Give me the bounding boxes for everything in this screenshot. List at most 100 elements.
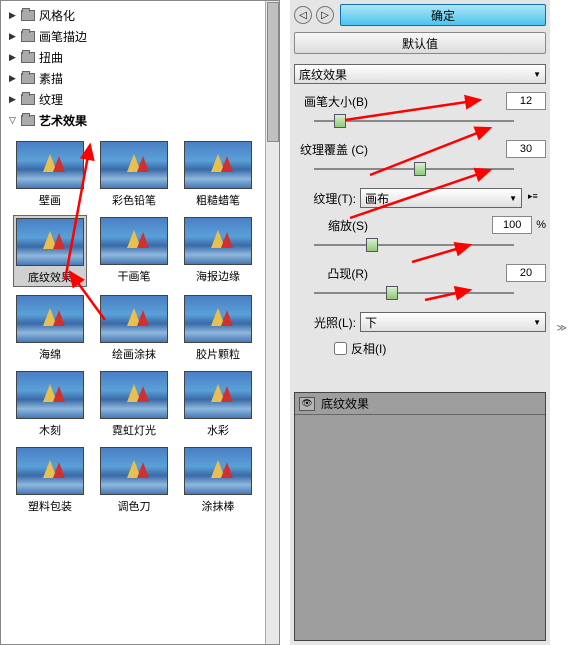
thumb-preview [100,217,168,265]
thumb-label: 粗糙蜡笔 [181,191,255,209]
brush-size-label: 画笔大小(B) [294,93,374,110]
visibility-icon[interactable]: 👁 [299,397,315,411]
slider-thumb[interactable] [414,162,426,176]
chevron-down-icon: ▼ [509,194,517,203]
thumb-label: 调色刀 [97,497,171,515]
chevron-right-icon: ▶ [9,10,19,21]
nav-next-button[interactable]: ▷ [316,6,334,24]
chevron-right-icon: ▶ [9,52,19,63]
relief-label: 凸现(R) [294,265,374,282]
scrollbar-thumb[interactable] [267,2,279,142]
ok-button[interactable]: 确定 [340,4,546,26]
thumb-label: 彩色铅笔 [97,191,171,209]
thumb-彩色铅笔[interactable]: 彩色铅笔 [97,139,171,209]
thumb-preview [184,141,252,189]
thumb-壁画[interactable]: 壁画 [13,139,87,209]
effect-item[interactable]: 👁 底纹效果 [295,393,545,415]
thumb-胶片颗粒[interactable]: 胶片颗粒 [181,293,255,363]
thumb-preview [16,371,84,419]
tree-item-artistic[interactable]: ▽ 艺术效果 [5,110,275,131]
texture-coverage-input[interactable] [506,140,546,158]
slider-thumb[interactable] [386,286,398,300]
percent-label: % [536,219,546,231]
tree-item-texture[interactable]: ▶纹理 [5,89,275,110]
tree-item-brushstrokes[interactable]: ▶ 画笔描边 [5,26,275,47]
thumb-label: 绘画涂抹 [97,345,171,363]
thumb-水彩[interactable]: 水彩 [181,369,255,439]
chevron-down-icon: ▽ [9,115,19,126]
effect-item-label: 底纹效果 [321,395,369,412]
tree-item-sketch[interactable]: ▶素描 [5,68,275,89]
thumb-preview [100,295,168,343]
light-select[interactable]: 下▼ [360,312,546,332]
chevron-right-icon: ▶ [9,31,19,42]
thumb-preview [184,217,252,265]
thumb-干画笔[interactable]: 干画笔 [97,215,171,287]
folder-icon [21,31,35,42]
thumb-粗糙蜡笔[interactable]: 粗糙蜡笔 [181,139,255,209]
brush-size-input[interactable] [506,92,546,110]
thumb-label: 海报边缘 [181,267,255,285]
texture-coverage-slider[interactable] [314,160,514,178]
texture-menu-button[interactable]: ▸≡ [528,191,546,205]
thumb-木刻[interactable]: 木刻 [13,369,87,439]
thumb-霓虹灯光[interactable]: 霓虹灯光 [97,369,171,439]
thumb-preview [100,141,168,189]
tree-label: 风格化 [39,7,75,24]
nav-prev-button[interactable]: ◁ [294,6,312,24]
thumb-涂抹棒[interactable]: 涂抹棒 [181,445,255,515]
thumb-塑料包装[interactable]: 塑料包装 [13,445,87,515]
filter-select[interactable]: 底纹效果 ▼ [294,64,546,84]
applied-effects-list: 👁 底纹效果 [294,392,546,641]
thumb-海报边缘[interactable]: 海报边缘 [181,215,255,287]
texture-coverage-label: 纹理覆盖 (C) [294,141,374,158]
scaling-input[interactable] [492,216,532,234]
thumb-label: 干画笔 [97,267,171,285]
thumb-绘画涂抹[interactable]: 绘画涂抹 [97,293,171,363]
texture-label: 纹理(T): [294,190,360,207]
texture-select[interactable]: 画布▼ [360,188,522,208]
thumb-preview [184,371,252,419]
filter-gallery-panel: ▶ 风格化 ▶ 画笔描边 ▶扭曲 ▶素描 ▶纹理 ▽ 艺术效果 壁画彩色铅笔粗糙蜡笔底… [0,0,280,645]
thumb-preview [184,447,252,495]
scaling-slider[interactable] [314,236,514,254]
folder-icon [21,115,35,126]
brush-size-slider[interactable] [314,112,514,130]
thumb-preview [16,447,84,495]
chevron-down-icon: ▼ [533,318,541,327]
invert-checkbox[interactable] [334,342,347,355]
slider-thumb[interactable] [334,114,346,128]
thumb-preview [16,218,84,266]
thumb-底纹效果[interactable]: 底纹效果 [13,215,87,287]
light-select-value: 下 [365,314,377,331]
chevron-down-icon: ▼ [533,70,541,79]
scrollbar[interactable] [265,1,279,644]
thumb-preview [16,141,84,189]
tree-item-stylize[interactable]: ▶ 风格化 [5,5,275,26]
relief-slider[interactable] [314,284,514,302]
filter-select-value: 底纹效果 [299,66,347,83]
thumb-label: 水彩 [181,421,255,439]
thumb-海绵[interactable]: 海绵 [13,293,87,363]
tree-label: 艺术效果 [39,112,87,129]
thumb-label: 壁画 [13,191,87,209]
folder-icon [21,52,35,63]
tree-item-distort[interactable]: ▶扭曲 [5,47,275,68]
thumb-preview [100,447,168,495]
invert-label: 反相(I) [351,340,386,357]
thumb-调色刀[interactable]: 调色刀 [97,445,171,515]
thumb-label: 塑料包装 [13,497,87,515]
folder-icon [21,94,35,105]
default-button[interactable]: 默认值 [294,32,546,54]
collapse-icon[interactable]: ≫ [557,323,567,334]
filter-options-panel: ◁ ▷ 确定 默认值 底纹效果 ▼ 画笔大小(B) 纹理覆盖 (C) 纹理(T)… [290,0,550,645]
thumb-label: 胶片颗粒 [181,345,255,363]
chevron-right-icon: ▶ [9,73,19,84]
thumb-preview [184,295,252,343]
thumbnail-grid: 壁画彩色铅笔粗糙蜡笔底纹效果干画笔海报边缘海绵绘画涂抹胶片颗粒木刻霓虹灯光水彩塑… [5,135,275,519]
slider-thumb[interactable] [366,238,378,252]
light-label: 光照(L): [294,314,360,331]
tree-label: 画笔描边 [39,28,87,45]
relief-input[interactable] [506,264,546,282]
thumb-preview [16,295,84,343]
